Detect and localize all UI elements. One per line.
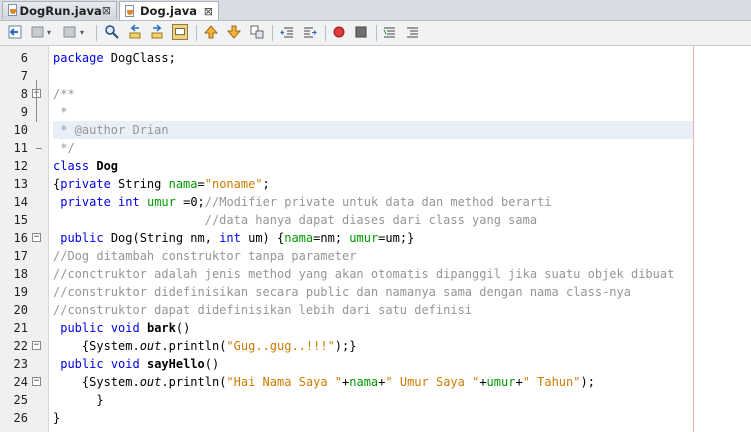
code-line[interactable]: 17 //Dog ditambah construktor tanpa param… [0, 247, 751, 265]
code-text: /** [53, 87, 75, 101]
code-text: //construktor didefinisikan secara publi… [53, 285, 631, 299]
previous-bookmark-icon[interactable] [203, 24, 219, 40]
code-text: {private String nama="noname"; [53, 177, 270, 191]
tab-label: Dog.java [140, 4, 198, 18]
java-file-icon [124, 4, 136, 18]
code-text: public void sayHello() [60, 357, 220, 371]
code-text: */ [53, 141, 75, 155]
close-icon[interactable]: ⊠ [204, 5, 213, 18]
code-line[interactable]: 6 package DogClass; [0, 49, 751, 67]
fold-guide [36, 80, 37, 122]
line-number: 11 [13, 141, 28, 155]
fold-toggle-icon[interactable]: − [32, 341, 41, 350]
code-text: //construktor dapat didefinisikan lebih … [53, 303, 473, 317]
code-line[interactable]: 16− public Dog(String nm, int um) {nama=… [0, 229, 751, 247]
code-line[interactable]: 26} [0, 409, 751, 427]
code-text: //Dog ditambah construktor tanpa paramet… [53, 249, 357, 263]
code-line[interactable]: 22− {System.out.println("Gug..gug..!!!")… [0, 337, 751, 355]
find-previous-icon[interactable] [127, 24, 143, 40]
line-number: 9 [20, 105, 28, 119]
code-line[interactable]: 9 * [0, 103, 751, 121]
code-text: //conctruktor adalah jenis method yang a… [53, 267, 675, 281]
code-line[interactable]: 13 {private String nama="noname"; [0, 175, 751, 193]
code-text: //data hanya dapat diases dari class yan… [204, 213, 538, 227]
code-text: } [53, 411, 61, 425]
line-number: 14 [13, 195, 28, 209]
line-number: 20 [13, 303, 28, 317]
line-number: 25 [13, 393, 28, 407]
code-text: } [53, 393, 104, 407]
toggle-bookmark-icon[interactable] [249, 24, 265, 40]
line-number: 10 [13, 123, 28, 137]
chevron-down-icon[interactable]: ▾ [44, 24, 54, 40]
close-icon[interactable]: ⊠ [102, 4, 111, 17]
stop-macro-icon[interactable] [353, 24, 369, 40]
code-line[interactable]: 12 class Dog [0, 157, 751, 175]
line-number: 26 [13, 411, 28, 425]
code-line[interactable]: 10 * @author Drian [0, 121, 751, 139]
shift-left-icon[interactable] [279, 24, 295, 40]
chevron-down-icon[interactable]: ▾ [77, 24, 87, 40]
tab-dog[interactable]: Dog.java ⊠ [119, 1, 219, 20]
code-line[interactable]: 23 public void sayHello() [0, 355, 751, 373]
next-bookmark-icon[interactable] [226, 24, 242, 40]
code-text: public Dog(String nm, int um) {nama=nm; … [60, 231, 415, 245]
code-text: {System.out.println("Gug..gug..!!!");} [53, 339, 357, 353]
find-next-icon[interactable] [149, 24, 165, 40]
line-number: 17 [13, 249, 28, 263]
code-line[interactable]: 15 //data hanya dapat diases dari class … [0, 211, 751, 229]
line-number: 7 [20, 69, 28, 83]
start-macro-icon[interactable] [331, 24, 347, 40]
line-number: 16 [13, 231, 28, 245]
editor-tab-bar: DogRun.java ⊠ Dog.java ⊠ [0, 0, 751, 21]
forward-icon[interactable] [62, 24, 78, 40]
toggle-highlight-icon[interactable] [172, 24, 188, 40]
code-line[interactable]: 21 public void bark() [0, 319, 751, 337]
code-text: package DogClass; [53, 51, 176, 65]
tab-label: DogRun.java [19, 3, 102, 18]
find-icon[interactable] [104, 24, 120, 40]
code-text: {System.out.println("Hai Nama Saya "+nam… [53, 375, 595, 389]
fold-toggle-icon[interactable]: − [32, 377, 41, 386]
code-line[interactable]: 8−/** [0, 85, 751, 103]
code-text: * @author Drian [53, 123, 169, 137]
code-text: * [53, 105, 68, 119]
code-line[interactable]: 7 [0, 67, 751, 85]
code-text: public void bark() [60, 321, 191, 335]
back-icon[interactable] [8, 24, 24, 40]
line-number: 13 [13, 177, 28, 191]
line-number: 21 [13, 321, 28, 335]
line-number: 24 [13, 375, 28, 389]
code-line[interactable]: 25 } [0, 391, 751, 409]
line-number: 6 [20, 51, 28, 65]
line-number: 18 [13, 267, 28, 281]
code-text: private int umur =0;//Modifier private u… [60, 195, 552, 209]
code-text: class Dog [53, 159, 119, 173]
line-number: 23 [13, 357, 28, 371]
toolbar-separator [272, 25, 273, 41]
line-number: 12 [13, 159, 28, 173]
toolbar-separator [376, 25, 377, 41]
toolbar-separator [96, 25, 97, 41]
code-line[interactable]: 18 //conctruktor adalah jenis method yang… [0, 265, 751, 283]
editor-toolbar: ▾ ▾ [0, 21, 751, 46]
java-file-icon [7, 4, 17, 17]
toolbar-separator [325, 25, 326, 41]
code-line[interactable]: 24− {System.out.println("Hai Nama Saya "… [0, 373, 751, 391]
code-line[interactable]: 14 private int umur =0;//Modifier privat… [0, 193, 751, 211]
fold-toggle-icon[interactable]: − [32, 233, 41, 242]
code-line[interactable]: 20 //construktor dapat didefinisikan lebi… [0, 301, 751, 319]
tab-dogrun[interactable]: DogRun.java ⊠ [2, 1, 117, 19]
shift-right-icon[interactable] [302, 24, 318, 40]
fold-guide-end [36, 148, 42, 149]
comment-icon[interactable] [382, 24, 398, 40]
code-line[interactable]: 19 //construktor didefinisikan secara pub… [0, 283, 751, 301]
line-number: 8 [20, 87, 28, 101]
code-line[interactable]: 11 */ [0, 139, 751, 157]
line-number: 15 [13, 213, 28, 227]
toolbar-separator [196, 25, 197, 41]
line-number: 19 [13, 285, 28, 299]
line-number: 22 [13, 339, 28, 353]
uncomment-icon[interactable] [405, 24, 421, 40]
